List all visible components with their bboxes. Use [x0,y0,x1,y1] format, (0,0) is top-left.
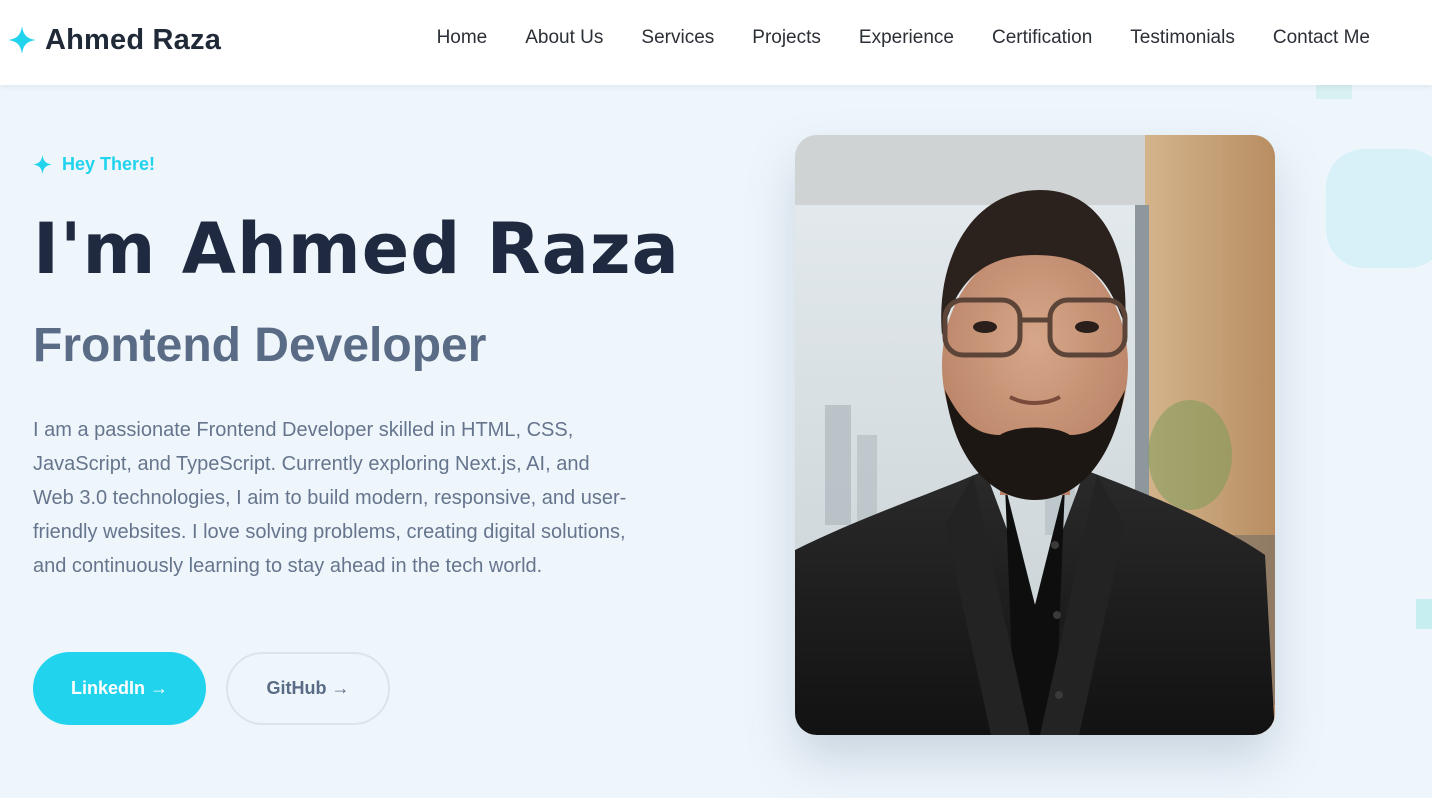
nav-link-contact-me[interactable]: Contact Me [1273,26,1370,50]
decorative-shape [1316,85,1352,99]
github-button[interactable]: GitHub → [226,652,390,725]
hero-description: I am a passionate Frontend Developer ski… [33,419,627,577]
decorative-shape [1416,599,1432,629]
main-nav: Home About Us Services Projects Experien… [437,26,1370,50]
profile-photo [795,135,1275,735]
nav-link-home[interactable]: Home [437,26,488,50]
nav-link-experience[interactable]: Experience [859,26,954,50]
sparkle-icon [33,154,52,174]
sparkle-icon [8,26,36,54]
nav-link-services[interactable]: Services [641,26,714,50]
brand-logo[interactable]: Ahmed Raza [8,22,221,58]
brand-name: Ahmed Raza [45,23,222,56]
nav-link-testimonials[interactable]: Testimonials [1130,26,1235,50]
hero-subtitle: Frontend Developer [33,319,487,372]
hero-eyebrow: Hey There! [33,153,155,175]
navbar: Ahmed Raza Home About Us Services Projec… [0,0,1432,85]
profile-photo-illustration [795,135,1275,735]
nav-link-about-us[interactable]: About Us [525,26,603,50]
decorative-blob [1326,149,1432,268]
nav-link-certification[interactable]: Certification [992,26,1092,50]
hero-title: I'm Ahmed Raza [33,208,680,290]
nav-link-projects[interactable]: Projects [752,26,821,50]
eyebrow-text: Hey There! [62,153,156,174]
linkedin-button[interactable]: LinkedIn → [33,652,206,725]
